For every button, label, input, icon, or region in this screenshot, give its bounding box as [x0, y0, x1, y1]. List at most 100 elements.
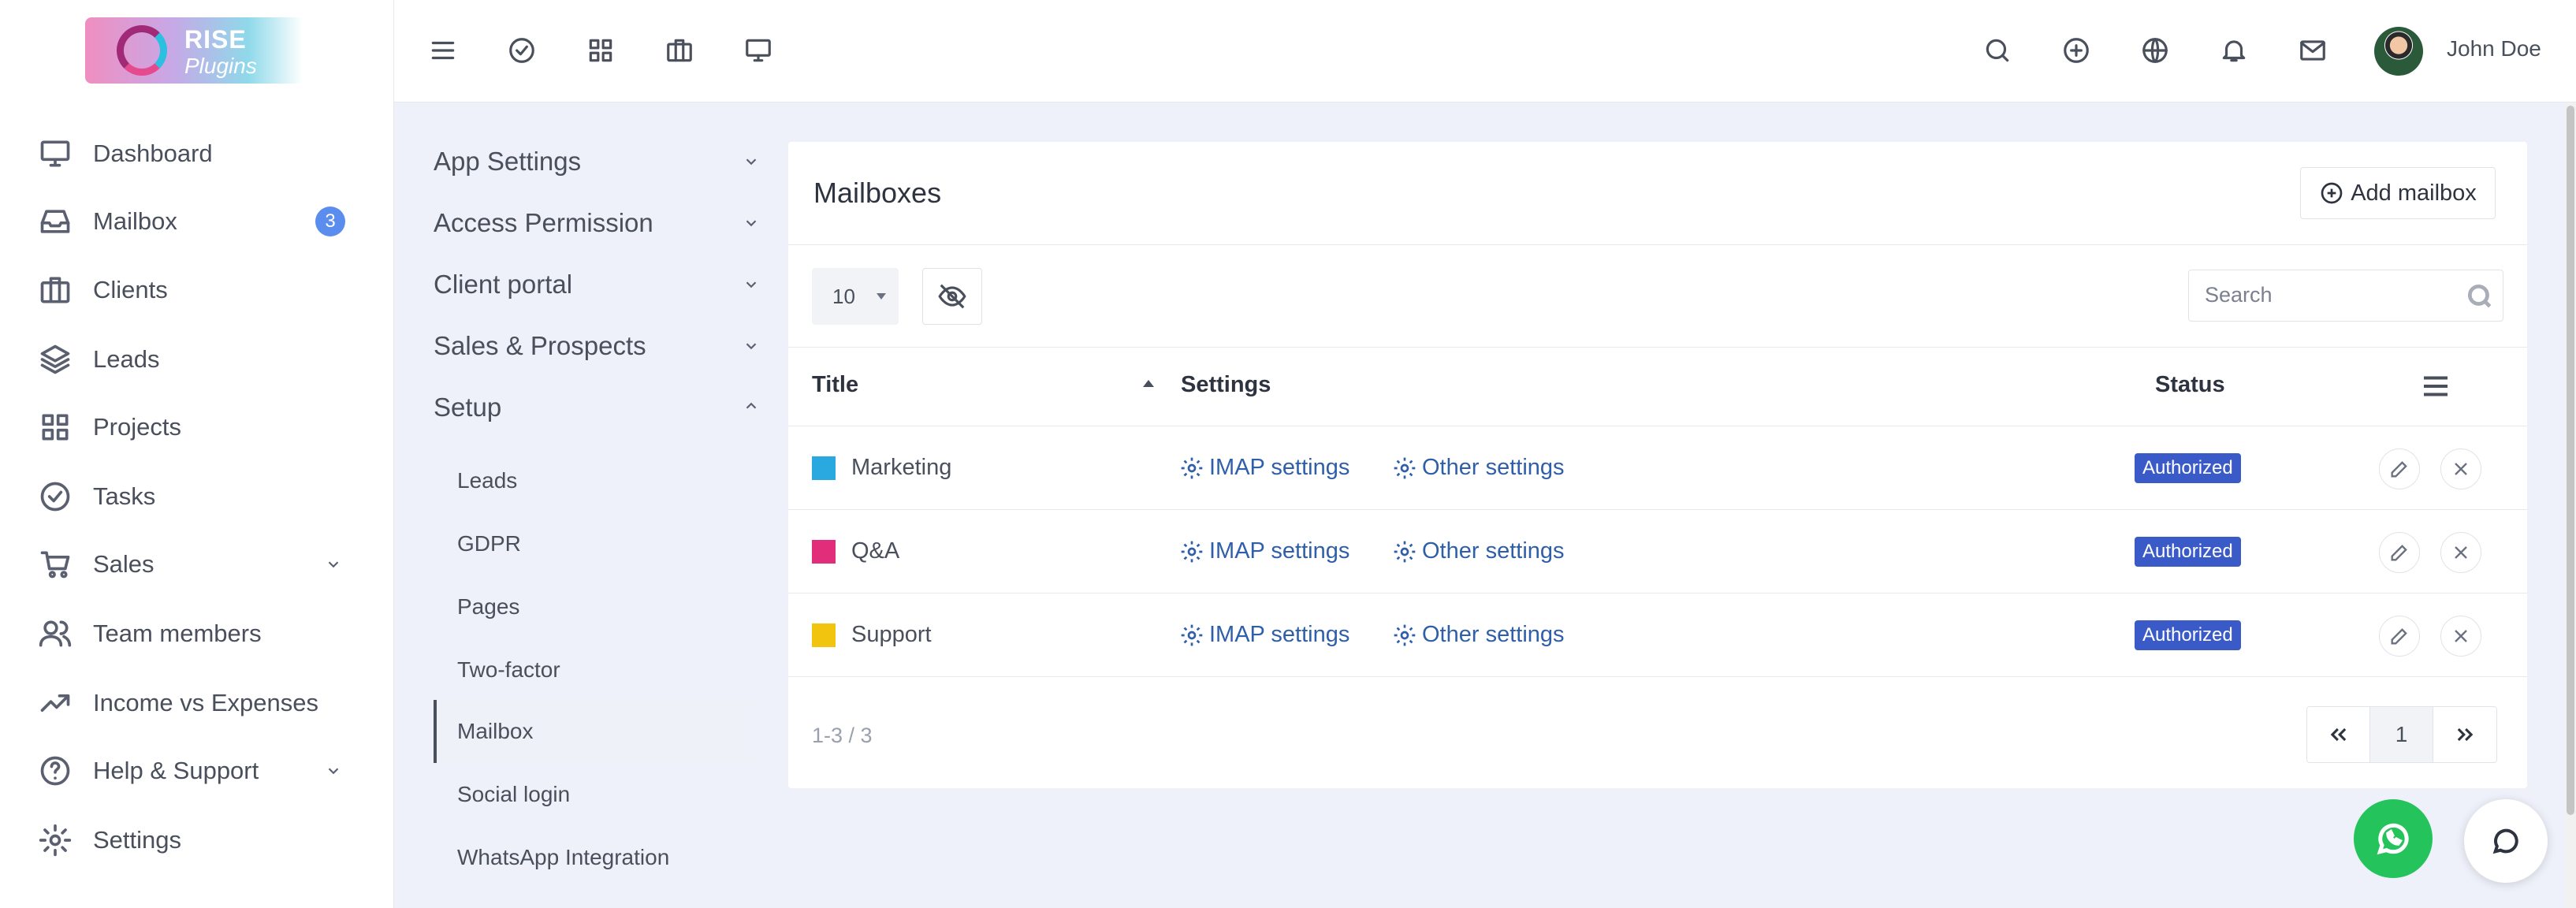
other-settings-link[interactable]: Other settings	[1392, 538, 1565, 564]
setup-item-social-login[interactable]: Social login	[457, 782, 570, 807]
monitor-icon[interactable]	[739, 32, 777, 69]
close-icon	[2455, 546, 2467, 559]
setup-item-two-factor[interactable]: Two-factor	[457, 657, 560, 683]
user-name[interactable]: John Doe	[2447, 36, 2541, 61]
chevron-up-icon[interactable]	[743, 397, 760, 415]
edit-button[interactable]	[2379, 448, 2420, 489]
delete-button[interactable]	[2440, 532, 2481, 573]
plus-circle-icon[interactable]	[2057, 32, 2095, 69]
add-mailbox-label: Add mailbox	[2351, 180, 2477, 206]
column-header-settings: Settings	[1181, 372, 1271, 397]
sort-ascending-icon[interactable]	[1143, 380, 1154, 387]
chevron-down-icon[interactable]	[743, 153, 760, 170]
sidebar-item-team-members[interactable]: Team members	[0, 602, 394, 665]
settings-section-app-settings[interactable]: App Settings	[434, 147, 581, 177]
chevrons-right-icon	[2457, 728, 2474, 742]
globe-icon[interactable]	[2136, 32, 2174, 69]
settings-section-setup[interactable]: Setup	[434, 393, 501, 422]
logo-mark-icon	[117, 25, 167, 76]
other-settings-link[interactable]: Other settings	[1392, 455, 1565, 481]
settings-section-client-portal[interactable]: Client portal	[434, 270, 572, 300]
mailbox-title: Support	[851, 622, 932, 647]
dropdown-arrow-icon	[877, 293, 886, 300]
whatsapp-button[interactable]	[2354, 799, 2433, 878]
setup-item-gdpr[interactable]: GDPR	[457, 531, 521, 556]
edit-button[interactable]	[2379, 616, 2420, 657]
table-row: Q&A IMAP settings Other settings Authori…	[788, 509, 2527, 593]
search-icon[interactable]	[1979, 32, 2016, 69]
column-header-title[interactable]: Title	[812, 372, 858, 398]
setup-item-mailbox[interactable]: Mailbox	[457, 719, 533, 744]
setup-item-whatsapp-integration[interactable]: WhatsApp Integration	[457, 845, 669, 870]
sidebar-item-income-vs-expenses[interactable]: Income vs Expenses	[0, 672, 394, 735]
sidebar-item-clients[interactable]: Clients	[0, 259, 394, 322]
setup-item-pages[interactable]: Pages	[457, 594, 519, 620]
table-row: Marketing IMAP settings Other settings A…	[788, 426, 2527, 509]
toggle-columns-button[interactable]	[922, 268, 982, 325]
logo-text-primary: RISE	[184, 25, 247, 54]
brand-logo[interactable]: RISE Plugins	[85, 17, 303, 84]
mail-icon[interactable]	[2294, 32, 2332, 69]
sidebar-item-label: Income vs Expenses	[93, 689, 319, 716]
page-size-select[interactable]: 10	[812, 268, 899, 325]
column-options-icon[interactable]	[2422, 375, 2450, 397]
chevron-down-icon[interactable]	[743, 214, 760, 232]
imap-settings-link[interactable]: IMAP settings	[1179, 538, 1349, 564]
sidebar-item-sales[interactable]: Sales	[0, 533, 394, 596]
cart-icon	[38, 547, 73, 582]
briefcase-icon	[38, 273, 73, 307]
briefcase-icon[interactable]	[661, 32, 698, 69]
status-badge: Authorized	[2135, 453, 2241, 483]
sidebar-item-label: Sales	[93, 550, 154, 578]
menu-icon[interactable]	[424, 32, 462, 69]
users-icon	[38, 616, 73, 651]
other-settings-link[interactable]: Other settings	[1392, 622, 1565, 648]
top-bar: RISE Plugins John Doe	[0, 0, 2576, 102]
edit-button[interactable]	[2379, 532, 2420, 573]
edit-icon	[2391, 545, 2407, 561]
settings-section-access-permission[interactable]: Access Permission	[434, 208, 653, 238]
imap-settings-label: IMAP settings	[1209, 622, 1350, 647]
mailboxes-card: Mailboxes Add mailbox 10 Title Settings …	[788, 142, 2527, 788]
add-mailbox-button[interactable]: Add mailbox	[2300, 167, 2496, 219]
sidebar-item-label: Help & Support	[93, 757, 259, 784]
check-circle-icon[interactable]	[503, 32, 541, 69]
sidebar-item-help-support[interactable]: Help & Support	[0, 739, 394, 802]
delete-button[interactable]	[2440, 448, 2481, 489]
divider	[788, 676, 2527, 677]
delete-button[interactable]	[2440, 616, 2481, 657]
avatar[interactable]	[2374, 27, 2423, 76]
chevron-down-icon[interactable]	[743, 337, 760, 355]
bell-icon[interactable]	[2215, 32, 2253, 69]
sidebar-item-label: Clients	[93, 276, 168, 303]
column-header-status[interactable]: Status	[2155, 372, 2225, 398]
scrollbar-thumb[interactable]	[2567, 106, 2574, 815]
divider	[788, 244, 2527, 245]
other-settings-label: Other settings	[1422, 538, 1565, 564]
search-field[interactable]	[2188, 270, 2503, 322]
sidebar-item-label: Settings	[93, 826, 182, 854]
sidebar-item-dashboard[interactable]: Dashboard	[0, 122, 394, 185]
previous-page-button[interactable]	[2307, 707, 2370, 762]
sidebar-item-projects[interactable]: Projects	[0, 396, 394, 459]
imap-settings-link[interactable]: IMAP settings	[1179, 455, 1349, 481]
close-icon	[2455, 630, 2467, 642]
next-page-button[interactable]	[2433, 707, 2496, 762]
setup-item-leads[interactable]: Leads	[457, 468, 517, 493]
sidebar-item-tasks[interactable]: Tasks	[0, 465, 394, 528]
edit-icon	[2391, 461, 2407, 478]
search-input[interactable]	[2189, 270, 2441, 319]
mailbox-title: Marketing	[851, 455, 952, 480]
sidebar-item-leads[interactable]: Leads	[0, 328, 394, 391]
sidebar-item-mailbox[interactable]: Mailbox 3	[0, 190, 394, 253]
unread-count-badge: 3	[315, 207, 345, 236]
grid-icon[interactable]	[582, 32, 620, 69]
settings-section-sales-prospects[interactable]: Sales & Prospects	[434, 331, 646, 361]
chevron-down-icon[interactable]	[743, 276, 760, 293]
sidebar-item-label: Mailbox	[93, 207, 177, 235]
imap-settings-link[interactable]: IMAP settings	[1179, 622, 1349, 648]
chat-button[interactable]	[2464, 799, 2548, 883]
sidebar-item-label: Tasks	[93, 482, 156, 510]
sidebar-item-settings[interactable]: Settings	[0, 809, 394, 872]
page-number-button[interactable]: 1	[2370, 707, 2433, 762]
